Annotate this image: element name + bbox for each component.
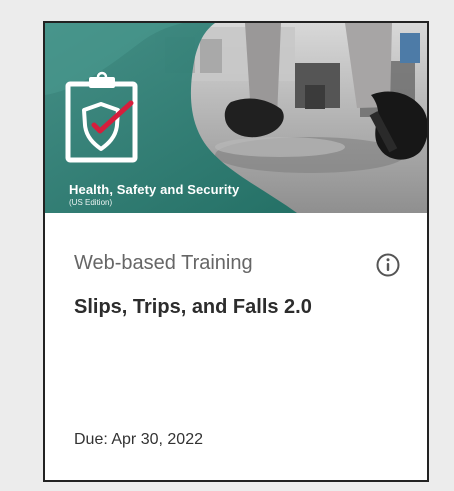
- course-title[interactable]: Slips, Trips, and Falls 2.0: [74, 296, 312, 319]
- banner-subtitle: (US Edition): [69, 198, 113, 207]
- course-banner: Health, Safety and Security (US Edition): [45, 23, 427, 213]
- banner-title: Health, Safety and Security: [69, 182, 240, 197]
- page-canvas: Health, Safety and Security (US Edition)…: [0, 0, 454, 491]
- card-content: Web-based Training Slips, Trips, and Fal…: [45, 213, 427, 480]
- due-date: Due: Apr 30, 2022: [74, 431, 203, 448]
- course-type-label: Web-based Training: [74, 252, 253, 274]
- training-card[interactable]: Health, Safety and Security (US Edition)…: [43, 21, 429, 482]
- info-button[interactable]: [376, 253, 400, 277]
- info-icon[interactable]: [376, 253, 400, 277]
